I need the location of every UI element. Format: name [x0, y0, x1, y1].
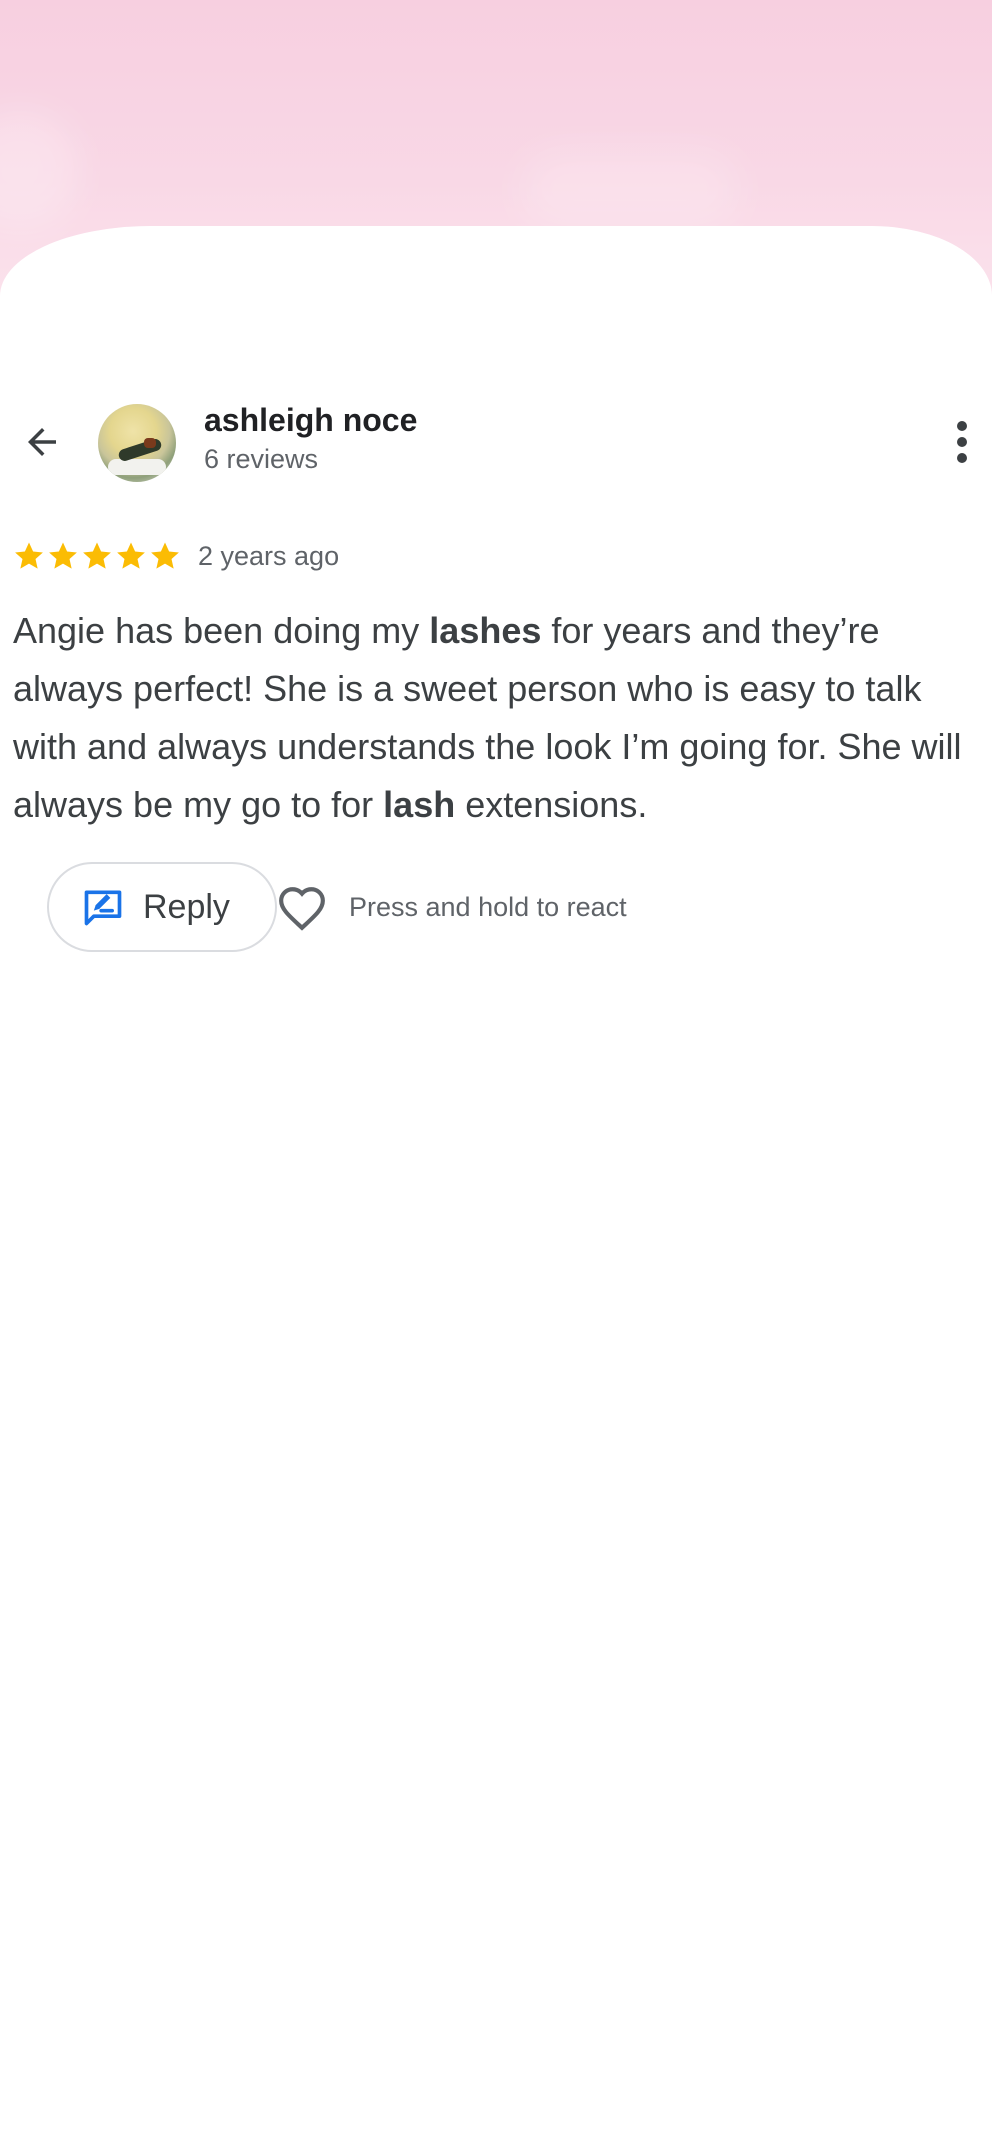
reply-label: Reply — [143, 887, 230, 926]
star-rating — [12, 539, 182, 573]
reviewer-review-count: 6 reviews — [204, 444, 319, 474]
review-sheet — [0, 226, 992, 2154]
review-time: 2 years ago — [198, 540, 340, 571]
star-icon — [151, 542, 179, 569]
background-blur-shape — [520, 150, 740, 230]
review-actions: Reply Press and hold to react — [0, 862, 992, 954]
react-hint: Press and hold to react — [349, 892, 627, 922]
reply-edit-icon — [84, 890, 122, 926]
review-keyword: lashes — [429, 610, 542, 651]
review-text-segment: extensions. — [455, 784, 648, 825]
star-icon — [117, 542, 145, 569]
more-options-button[interactable] — [944, 418, 980, 466]
star-icon — [15, 542, 43, 569]
star-icon — [49, 542, 77, 569]
more-vert-icon — [957, 421, 967, 463]
review-keyword: lash — [383, 784, 456, 825]
review-text-segment: Angie has been doing my — [13, 610, 430, 651]
back-button[interactable] — [14, 418, 70, 466]
avatar[interactable] — [98, 404, 176, 482]
background-blur-shape — [0, 110, 80, 230]
review-body: Angie has been doing my lashes for years… — [13, 602, 988, 834]
rating-row: 2 years ago — [12, 536, 339, 576]
arrow-left-icon — [28, 428, 56, 456]
react-button[interactable] — [274, 882, 330, 934]
heart-outline-icon — [279, 887, 325, 931]
star-icon — [83, 542, 111, 569]
reply-button[interactable]: Reply — [47, 862, 277, 952]
reviewer-name[interactable]: ashleigh noce — [204, 402, 417, 439]
review-header: ashleigh noce 6 reviews — [0, 398, 992, 488]
